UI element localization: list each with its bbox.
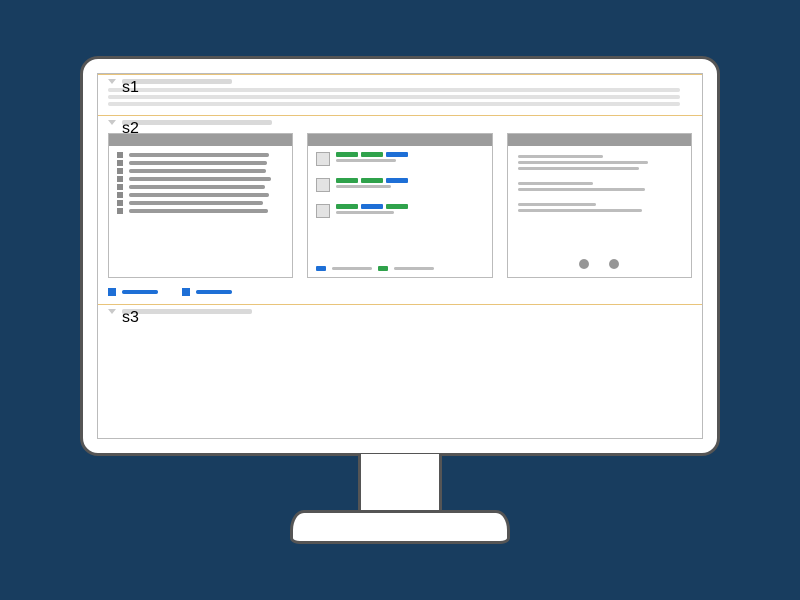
placeholder-line [129, 153, 269, 157]
status-card[interactable] [307, 133, 492, 278]
bullet-icon [117, 160, 123, 166]
tag-swatch[interactable] [182, 288, 190, 296]
status-item[interactable] [316, 152, 483, 166]
monitor-frame: s1 s2 [80, 56, 720, 544]
card-row [108, 129, 692, 284]
thumbnail-icon [316, 152, 330, 166]
placeholder-line [518, 161, 649, 164]
monitor-base [290, 510, 510, 544]
bullet-icon [117, 208, 123, 214]
pager-dot[interactable] [579, 259, 589, 269]
placeholder-line [518, 155, 603, 158]
placeholder-line [518, 182, 593, 185]
section-title: s1 [122, 79, 232, 84]
placeholder-line [336, 159, 396, 162]
placeholder-line [518, 188, 645, 191]
card-legend [308, 262, 491, 277]
card-header [308, 134, 491, 146]
list-item[interactable] [117, 184, 284, 190]
bullet-icon [117, 192, 123, 198]
chevron-down-icon[interactable] [108, 79, 116, 84]
section-3: s3 [98, 305, 702, 324]
status-badge [361, 178, 383, 183]
status-badge [336, 178, 358, 183]
placeholder-line [129, 185, 265, 189]
tag-label[interactable] [196, 290, 232, 294]
placeholder-line [129, 169, 266, 173]
section-title: s2 [122, 120, 272, 125]
list-item[interactable] [117, 168, 284, 174]
placeholder-line [129, 201, 263, 205]
card-header [508, 134, 691, 146]
status-item[interactable] [316, 204, 483, 218]
chevron-down-icon[interactable] [108, 309, 116, 314]
placeholder-line [108, 102, 680, 106]
screen: s1 s2 [80, 56, 720, 456]
list-item[interactable] [117, 208, 284, 214]
placeholder-line [518, 209, 642, 212]
section-2: s2 [98, 116, 702, 304]
placeholder-line [518, 167, 639, 170]
legend-label [394, 267, 434, 270]
status-badge [336, 152, 358, 157]
list-item[interactable] [117, 152, 284, 158]
section-title: s3 [122, 309, 252, 314]
placeholder-line [336, 185, 391, 188]
list-card[interactable] [108, 133, 293, 278]
bullet-icon [117, 184, 123, 190]
detail-card[interactable] [507, 133, 692, 278]
placeholder-line [518, 203, 596, 206]
card-header [109, 134, 292, 146]
thumbnail-icon [316, 178, 330, 192]
bullet-icon [117, 200, 123, 206]
thumbnail-icon [316, 204, 330, 218]
tag-swatch[interactable] [108, 288, 116, 296]
status-badge [336, 204, 358, 209]
legend-swatch [316, 266, 326, 271]
placeholder-line [129, 209, 268, 213]
legend-swatch [378, 266, 388, 271]
status-badge [361, 204, 383, 209]
pager-dot[interactable] [609, 259, 619, 269]
pager [508, 249, 691, 277]
placeholder-line [129, 193, 269, 197]
placeholder-line [336, 211, 394, 214]
status-badge [386, 178, 408, 183]
list-item[interactable] [117, 176, 284, 182]
placeholder-line [129, 161, 267, 165]
list-item[interactable] [117, 192, 284, 198]
bullet-icon [117, 176, 123, 182]
monitor-neck [358, 454, 442, 512]
list-item[interactable] [117, 160, 284, 166]
section-1: s1 [98, 75, 702, 115]
tag-label[interactable] [122, 290, 158, 294]
legend-label [332, 267, 372, 270]
tag-row [108, 284, 692, 298]
status-badge [361, 152, 383, 157]
bullet-icon [117, 152, 123, 158]
chevron-down-icon[interactable] [108, 120, 116, 125]
list-item[interactable] [117, 200, 284, 206]
status-badge [386, 204, 408, 209]
bullet-icon [117, 168, 123, 174]
placeholder-line [108, 95, 680, 99]
placeholder-line [108, 88, 680, 92]
status-badge [386, 152, 408, 157]
app-window: s1 s2 [97, 73, 703, 439]
status-item[interactable] [316, 178, 483, 192]
placeholder-line [129, 177, 271, 181]
